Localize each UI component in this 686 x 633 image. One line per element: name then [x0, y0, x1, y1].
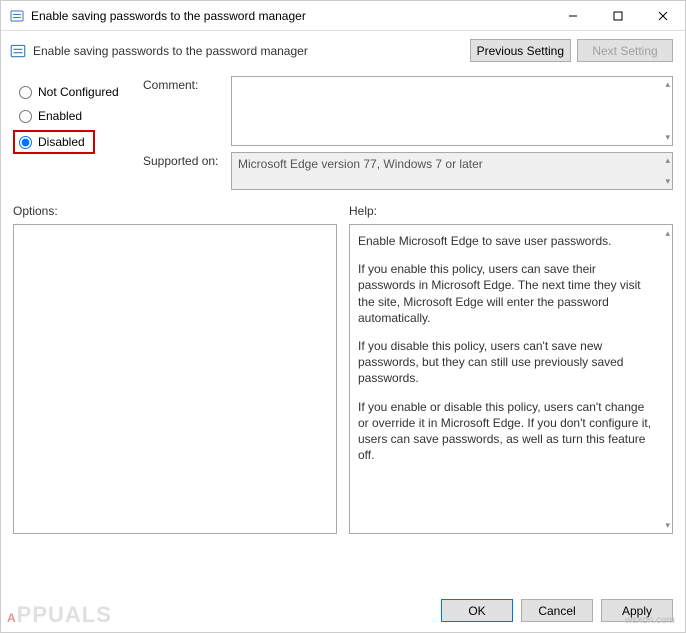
radio-not-configured[interactable]: Not Configured: [13, 80, 119, 104]
next-setting-button[interactable]: Next Setting: [577, 39, 673, 62]
brand-watermark: APPUALS: [7, 602, 112, 628]
policy-title: Enable saving passwords to the password …: [33, 44, 470, 58]
scroll-down-icon[interactable]: ▾: [665, 176, 670, 187]
options-box: [13, 224, 337, 534]
state-radio-group: Not Configured Enabled Disabled: [13, 76, 143, 196]
comment-label: Comment:: [143, 76, 231, 146]
window-controls: [550, 1, 685, 30]
options-label: Options:: [13, 204, 337, 218]
supported-label: Supported on:: [143, 152, 231, 190]
help-column: Help: Enable Microsoft Edge to save user…: [349, 204, 673, 534]
supported-value: Microsoft Edge version 77, Windows 7 or …: [238, 157, 483, 171]
supported-row: Supported on: Microsoft Edge version 77,…: [143, 152, 673, 190]
scroll-down-icon[interactable]: ▾: [665, 519, 670, 531]
scroll-up-icon[interactable]: ▴: [665, 227, 670, 239]
help-text: Enable Microsoft Edge to save user passw…: [349, 224, 673, 534]
radio-disabled[interactable]: Disabled: [13, 130, 95, 154]
help-paragraph: If you disable this policy, users can't …: [358, 338, 654, 387]
options-column: Options:: [13, 204, 337, 534]
ok-button[interactable]: OK: [441, 599, 513, 622]
supported-on-text: Microsoft Edge version 77, Windows 7 or …: [231, 152, 673, 190]
help-paragraph: If you enable this policy, users can sav…: [358, 261, 654, 326]
scroll-up-icon[interactable]: ▴: [665, 155, 670, 166]
comment-textarea[interactable]: ▴ ▾: [231, 76, 673, 146]
fields-column: Comment: ▴ ▾ Supported on: Microsoft Edg…: [143, 76, 673, 196]
comment-row: Comment: ▴ ▾: [143, 76, 673, 146]
radio-enabled-label: Enabled: [38, 109, 82, 123]
help-paragraph: Enable Microsoft Edge to save user passw…: [358, 233, 654, 249]
nav-buttons: Previous Setting Next Setting: [470, 39, 673, 62]
previous-setting-button[interactable]: Previous Setting: [470, 39, 571, 62]
titlebar: Enable saving passwords to the password …: [1, 1, 685, 31]
help-label: Help:: [349, 204, 673, 218]
radio-enabled[interactable]: Enabled: [13, 104, 82, 128]
scroll-down-icon[interactable]: ▾: [665, 132, 670, 143]
subheader: Enable saving passwords to the password …: [1, 31, 685, 70]
radio-disabled-input[interactable]: [19, 136, 32, 149]
policy-editor-icon: [9, 8, 25, 24]
policy-icon: [9, 42, 27, 60]
radio-not-configured-input[interactable]: [19, 86, 32, 99]
close-button[interactable]: [640, 1, 685, 30]
cancel-button[interactable]: Cancel: [521, 599, 593, 622]
radio-not-configured-label: Not Configured: [38, 85, 119, 99]
site-watermark: wsxdn.com: [625, 615, 675, 626]
window-title: Enable saving passwords to the password …: [31, 9, 550, 23]
minimize-button[interactable]: [550, 1, 595, 30]
help-paragraph: If you enable or disable this policy, us…: [358, 399, 654, 464]
radio-enabled-input[interactable]: [19, 110, 32, 123]
main-settings: Not Configured Enabled Disabled Comment:…: [1, 76, 685, 196]
scroll-up-icon[interactable]: ▴: [665, 79, 670, 90]
lower-area: Options: Help: Enable Microsoft Edge to …: [1, 204, 685, 534]
maximize-button[interactable]: [595, 1, 640, 30]
radio-disabled-label: Disabled: [38, 135, 85, 149]
